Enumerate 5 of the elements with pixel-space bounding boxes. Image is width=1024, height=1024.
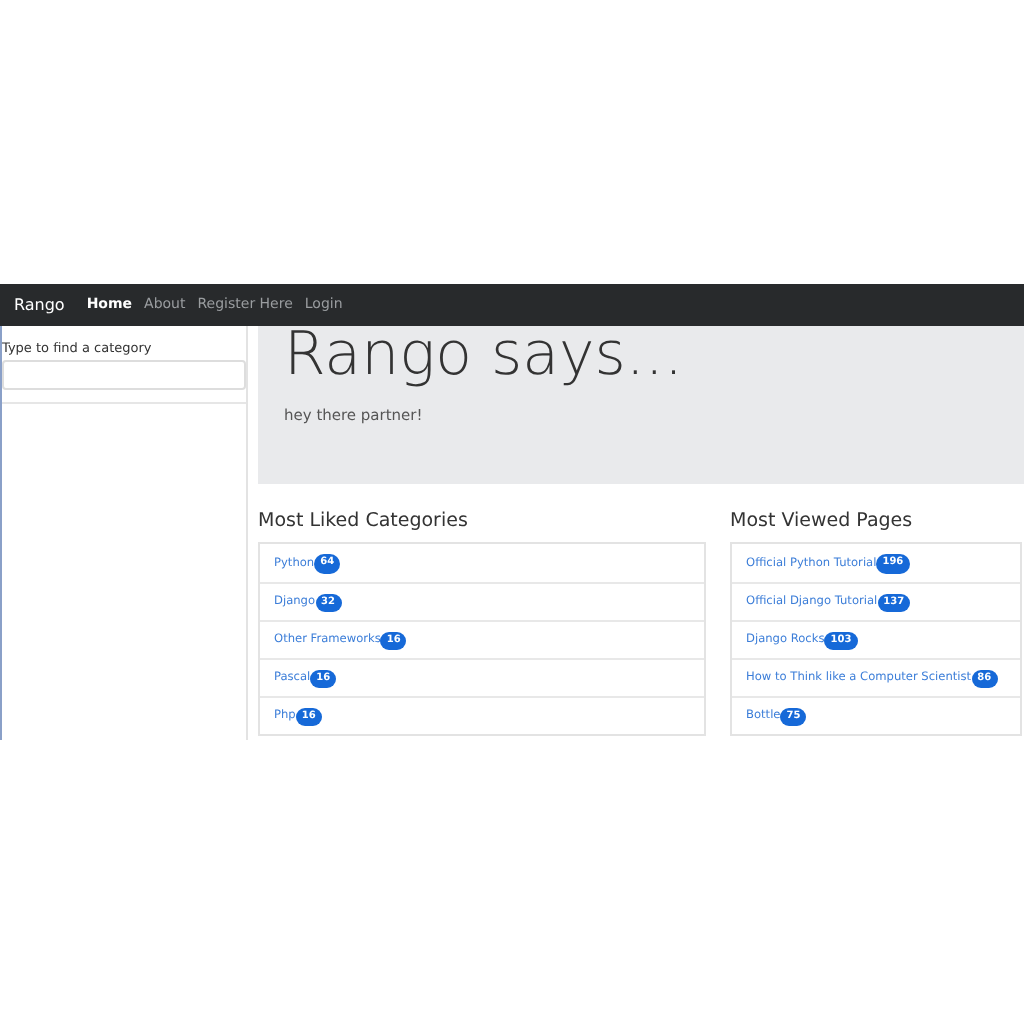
brand-link[interactable]: Rango <box>14 293 65 317</box>
panel-title: Most Viewed Pages <box>730 510 915 533</box>
jumbotron-title: Rango says... <box>284 326 685 386</box>
panel-title: Most Liked Categories <box>258 510 470 533</box>
search-field[interactable] <box>2 359 246 390</box>
